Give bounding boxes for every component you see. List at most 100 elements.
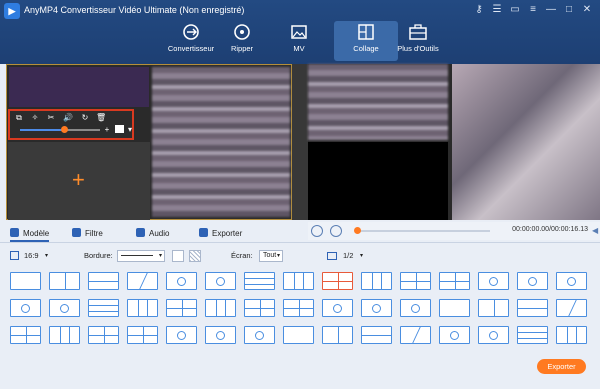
stop-button[interactable] [330, 225, 342, 237]
layout-template[interactable] [556, 326, 587, 344]
cut-icon[interactable]: ✂ [46, 113, 56, 123]
border-select[interactable]: ▾ [117, 250, 165, 262]
template-divider [493, 300, 495, 316]
layout-template[interactable] [49, 272, 80, 290]
line-style-icon [121, 254, 153, 256]
template-divider [411, 327, 421, 343]
layout-template[interactable] [478, 326, 509, 344]
layout-template[interactable] [49, 299, 80, 317]
layout-template[interactable] [400, 326, 431, 344]
volume-plus-icon[interactable]: + [102, 125, 112, 135]
layout-template[interactable] [439, 299, 470, 317]
screen-icon[interactable] [115, 125, 124, 133]
nav-label: MV [293, 44, 305, 53]
app-logo: ▶ [4, 3, 20, 19]
layout-template[interactable] [127, 272, 158, 290]
delete-icon[interactable]: 🗑 [96, 113, 106, 123]
empty-cell[interactable]: + [8, 142, 150, 220]
layout-template[interactable] [283, 299, 314, 317]
crop-icon[interactable]: ⧉ [14, 113, 24, 123]
add-icon[interactable]: + [72, 169, 85, 191]
export-icon [199, 228, 208, 237]
maximize-button[interactable]: □ [562, 3, 576, 17]
layout-template[interactable] [361, 326, 392, 344]
layout-template[interactable] [244, 272, 275, 290]
layout-template[interactable] [322, 272, 353, 290]
close-button[interactable]: ✕ [580, 3, 594, 17]
export-button[interactable]: Exporter [537, 359, 586, 374]
layout-template[interactable] [166, 299, 197, 317]
nav-ripper[interactable]: Ripper [210, 21, 274, 61]
screen-select[interactable]: Tout ▾ [259, 250, 283, 262]
template-divider [215, 300, 217, 316]
layout-template[interactable] [166, 272, 197, 290]
layout-template[interactable] [205, 272, 236, 290]
seek-bar[interactable] [354, 227, 490, 234]
pattern-icon[interactable] [189, 250, 201, 262]
layout-template[interactable] [205, 326, 236, 344]
layout-template[interactable] [88, 299, 119, 317]
chevron-down-icon: ▾ [158, 253, 162, 259]
layout-template[interactable] [244, 299, 275, 317]
layout-template[interactable] [283, 326, 314, 344]
layout-template[interactable] [88, 326, 119, 344]
volume-slider[interactable] [20, 126, 100, 133]
menu-icon[interactable]: ☰ [490, 3, 504, 17]
ratio-value[interactable]: 16:9 [24, 248, 39, 264]
rotate-icon[interactable]: ↻ [80, 113, 90, 123]
layout-template[interactable] [10, 272, 41, 290]
layout-template[interactable] [49, 326, 80, 344]
layout-template[interactable] [127, 326, 158, 344]
page-value[interactable]: 1/2 [343, 248, 353, 264]
tab-exporter[interactable]: Exporter [199, 226, 242, 242]
layout-template[interactable] [361, 299, 392, 317]
layout-template[interactable] [400, 299, 431, 317]
layout-template[interactable] [10, 326, 41, 344]
video-cell-1[interactable] [9, 67, 149, 107]
layout-template[interactable] [517, 272, 548, 290]
layout-template[interactable] [322, 326, 353, 344]
settings-menu-icon[interactable]: ≡ [526, 3, 540, 17]
layout-template[interactable] [478, 299, 509, 317]
play-button[interactable] [311, 225, 323, 237]
layout-template[interactable] [556, 299, 587, 317]
magic-icon[interactable]: ✧ [30, 113, 40, 123]
nav-mv[interactable]: MV [267, 21, 331, 61]
layout-template[interactable] [556, 272, 587, 290]
video-cell-2[interactable] [152, 67, 290, 217]
chevron-down-icon[interactable]: ▾ [125, 125, 135, 135]
layout-template[interactable] [361, 272, 392, 290]
layout-template[interactable] [283, 272, 314, 290]
nav-plus-outils[interactable]: Plus d'Outils [386, 21, 450, 61]
color-picker[interactable] [172, 250, 184, 262]
volume-icon[interactable]: ◀ [592, 226, 600, 236]
volume-icon[interactable]: 🔊 [63, 113, 73, 123]
tab-filtre[interactable]: Filtre [72, 226, 103, 242]
tab-modele[interactable]: Modèle [10, 226, 50, 242]
layout-template[interactable] [322, 299, 353, 317]
layout-template[interactable] [244, 326, 275, 344]
layout-template[interactable] [517, 326, 548, 344]
template-divider [177, 331, 187, 340]
layout-template[interactable] [88, 272, 119, 290]
chevron-down-icon[interactable]: ▾ [45, 248, 48, 264]
minimize-button[interactable]: — [544, 3, 558, 17]
volume-knob[interactable] [61, 126, 68, 133]
template-divider [128, 335, 157, 337]
layout-template[interactable] [517, 299, 548, 317]
tab-audio[interactable]: Audio [136, 226, 169, 242]
toolbox-icon [409, 24, 427, 40]
layout-template[interactable] [439, 272, 470, 290]
layout-template[interactable] [205, 299, 236, 317]
layout-template[interactable] [127, 299, 158, 317]
layout-template[interactable] [10, 299, 41, 317]
template-icon [10, 228, 19, 237]
chevron-down-icon[interactable]: ▾ [360, 248, 363, 264]
layout-template[interactable] [478, 272, 509, 290]
layout-template[interactable] [400, 272, 431, 290]
seek-knob[interactable] [354, 227, 361, 234]
feedback-icon[interactable]: ▭ [508, 3, 522, 17]
layout-template[interactable] [439, 326, 470, 344]
key-icon[interactable]: ⚷ [472, 3, 486, 17]
layout-template[interactable] [166, 326, 197, 344]
